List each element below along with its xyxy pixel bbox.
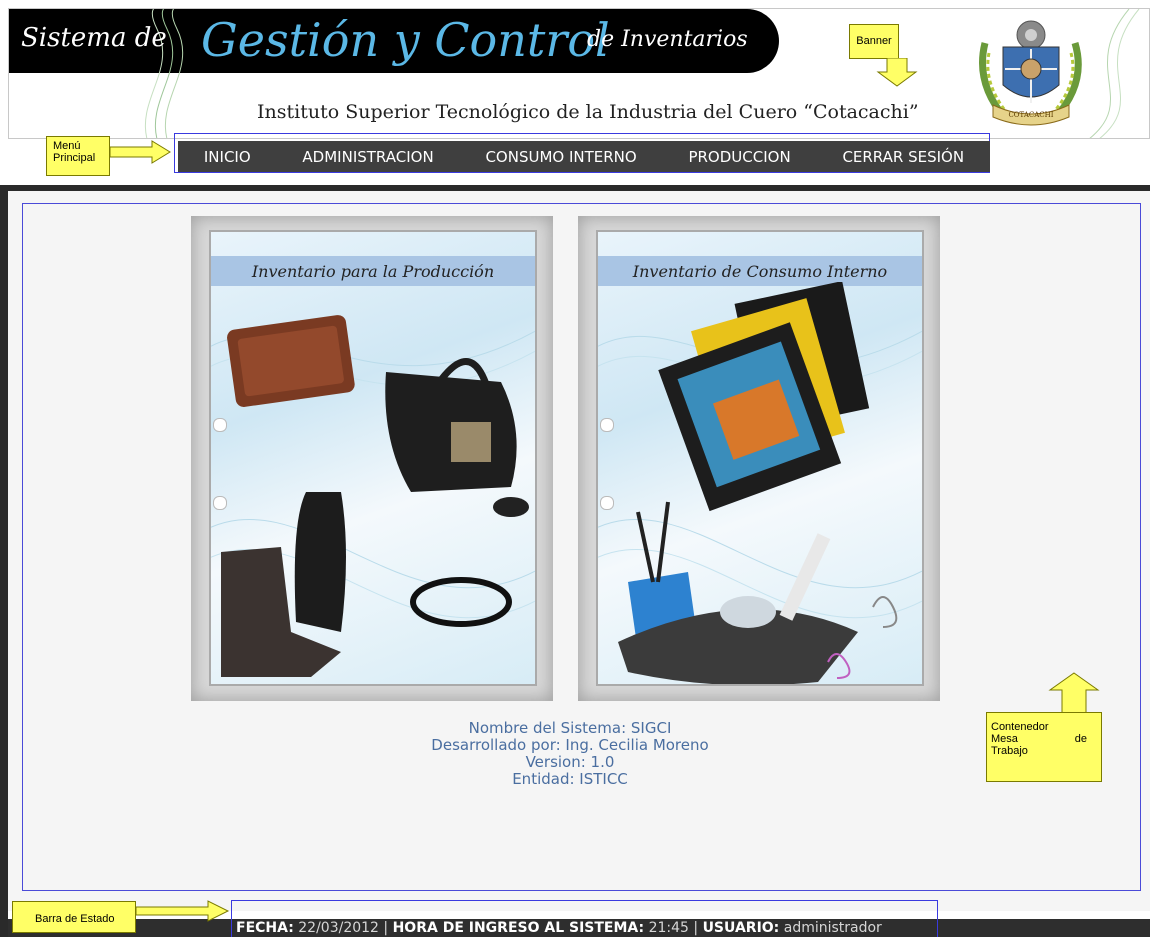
system-info: Nombre del Sistema: SIGCI Desarrollado p… bbox=[300, 720, 840, 788]
card-title: Inventario para la Producción bbox=[211, 256, 535, 286]
workspace-annotation: Contenedor Mesa de Trabajo bbox=[986, 712, 1102, 782]
arrow-down-icon bbox=[876, 58, 918, 87]
separator: | bbox=[383, 920, 389, 936]
entity: Entidad: ISTICC bbox=[512, 770, 628, 788]
date-label: FECHA: bbox=[236, 920, 294, 936]
workspace-annotation-word: Mesa bbox=[991, 733, 1018, 745]
status-text: FECHA: 22/03/2012 | HORA DE INGRESO AL S… bbox=[236, 920, 882, 936]
date-value: 22/03/2012 bbox=[298, 920, 379, 936]
banner: Sistema de Gestión y Control de Inventar… bbox=[8, 8, 1150, 139]
binder-hole-icon bbox=[213, 496, 227, 510]
menu-annotation-line2: Principal bbox=[53, 152, 96, 164]
left-border bbox=[0, 185, 8, 937]
menu-item-consumo-interno[interactable]: CONSUMO INTERNO bbox=[485, 148, 636, 166]
arrow-right-icon bbox=[135, 900, 230, 922]
menu-item-cerrar-sesion[interactable]: CERRAR SESIÓN bbox=[842, 148, 964, 166]
card-inner: Inventario para la Producción bbox=[209, 230, 537, 686]
workspace-annotation-line1: Contenedor bbox=[991, 721, 1049, 733]
title-main: Gestión y Control bbox=[201, 13, 610, 67]
institution-subtitle: Instituto Superior Tecnológico de la Ind… bbox=[257, 101, 919, 123]
menu-item-produccion[interactable]: PRODUCCION bbox=[688, 148, 790, 166]
swirl-decoration-icon bbox=[1089, 9, 1140, 138]
coat-of-arms-icon: COTACACHI bbox=[979, 20, 1082, 126]
binder-hole-icon bbox=[600, 496, 614, 510]
title-suffix: de Inventarios bbox=[587, 27, 748, 52]
workspace-annotation-line2: Mesa de bbox=[991, 733, 1087, 745]
menu-annotation-line1: Menú bbox=[53, 140, 81, 152]
banner-annotation: Banner bbox=[849, 24, 899, 59]
workspace-annotation-word: de bbox=[1074, 733, 1087, 745]
statusbar-annotation: Barra de Estado bbox=[12, 901, 136, 933]
binder-hole-icon bbox=[600, 418, 614, 432]
office-supplies-image bbox=[618, 282, 898, 684]
main-menu: INICIO ADMINISTRACION CONSUMO INTERNO PR… bbox=[178, 141, 990, 172]
arrow-up-icon bbox=[1048, 672, 1100, 714]
menu-item-administracion[interactable]: ADMINISTRACION bbox=[302, 148, 433, 166]
leather-products-image bbox=[221, 315, 529, 677]
title-prefix: Sistema de bbox=[21, 23, 167, 53]
login-time-label: HORA DE INGRESO AL SISTEMA: bbox=[392, 920, 645, 936]
version: Version: 1.0 bbox=[525, 753, 615, 771]
user-value: administrador bbox=[783, 920, 882, 936]
card-inner: Inventario de Consumo Interno bbox=[596, 230, 924, 686]
binder-hole-icon bbox=[213, 418, 227, 432]
developer: Desarrollado por: Ing. Cecilia Moreno bbox=[431, 736, 709, 754]
arrow-right-icon bbox=[109, 140, 171, 164]
user-label: USUARIO: bbox=[702, 920, 780, 936]
card-production-inventory[interactable]: Inventario para la Producción bbox=[191, 216, 553, 701]
svg-text:COTACACHI: COTACACHI bbox=[1008, 111, 1053, 119]
card-internal-consumption-inventory[interactable]: Inventario de Consumo Interno bbox=[578, 216, 940, 701]
separator: | bbox=[693, 920, 699, 936]
menu-item-inicio[interactable]: INICIO bbox=[204, 148, 251, 166]
menu-annotation: Menú Principal bbox=[46, 136, 110, 176]
system-name: Nombre del Sistema: SIGCI bbox=[468, 719, 672, 737]
workspace-annotation-line3: Trabajo bbox=[991, 745, 1028, 757]
login-time-value: 21:45 bbox=[648, 920, 689, 936]
